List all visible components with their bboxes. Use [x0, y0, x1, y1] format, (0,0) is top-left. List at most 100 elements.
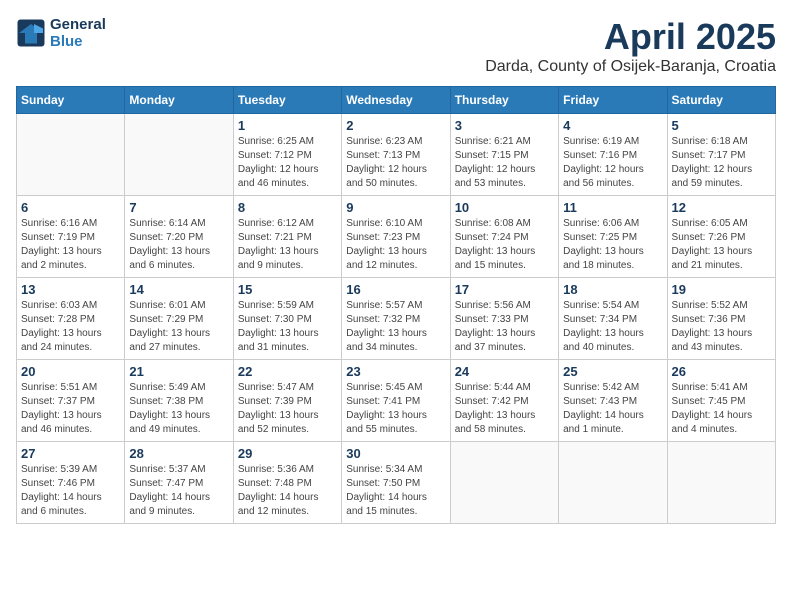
subtitle: Darda, County of Osijek-Baranja, Croatia: [485, 58, 776, 76]
day-number: 15: [238, 282, 337, 297]
day-cell: [559, 442, 667, 524]
day-info: Sunrise: 5:54 AM Sunset: 7:34 PM Dayligh…: [563, 299, 662, 355]
day-cell: 25 Sunrise: 5:42 AM Sunset: 7:43 PM Dayli…: [559, 360, 667, 442]
day-number: 24: [455, 364, 554, 379]
day-cell: 4 Sunrise: 6:19 AM Sunset: 7:16 PM Daylig…: [559, 114, 667, 196]
day-cell: 16 Sunrise: 5:57 AM Sunset: 7:32 PM Dayli…: [342, 278, 450, 360]
day-cell: 23 Sunrise: 5:45 AM Sunset: 7:41 PM Dayli…: [342, 360, 450, 442]
day-info: Sunrise: 6:12 AM Sunset: 7:21 PM Dayligh…: [238, 217, 337, 273]
day-info: Sunrise: 6:21 AM Sunset: 7:15 PM Dayligh…: [455, 135, 554, 191]
day-number: 12: [672, 200, 771, 215]
day-info: Sunrise: 5:56 AM Sunset: 7:33 PM Dayligh…: [455, 299, 554, 355]
weekday-header-wednesday: Wednesday: [342, 87, 450, 114]
month-title: April 2025: [485, 16, 776, 58]
day-number: 17: [455, 282, 554, 297]
day-number: 16: [346, 282, 445, 297]
day-cell: 3 Sunrise: 6:21 AM Sunset: 7:15 PM Daylig…: [450, 114, 558, 196]
day-cell: 11 Sunrise: 6:06 AM Sunset: 7:25 PM Dayli…: [559, 196, 667, 278]
day-info: Sunrise: 5:47 AM Sunset: 7:39 PM Dayligh…: [238, 381, 337, 437]
day-info: Sunrise: 6:23 AM Sunset: 7:13 PM Dayligh…: [346, 135, 445, 191]
day-info: Sunrise: 6:03 AM Sunset: 7:28 PM Dayligh…: [21, 299, 120, 355]
day-cell: 19 Sunrise: 5:52 AM Sunset: 7:36 PM Dayli…: [667, 278, 775, 360]
day-cell: 29 Sunrise: 5:36 AM Sunset: 7:48 PM Dayli…: [233, 442, 341, 524]
day-number: 11: [563, 200, 662, 215]
logo-text: General Blue: [50, 16, 106, 50]
day-number: 6: [21, 200, 120, 215]
week-row-1: 1 Sunrise: 6:25 AM Sunset: 7:12 PM Daylig…: [17, 114, 776, 196]
day-info: Sunrise: 6:18 AM Sunset: 7:17 PM Dayligh…: [672, 135, 771, 191]
day-number: 7: [129, 200, 228, 215]
day-number: 28: [129, 446, 228, 461]
weekday-header-monday: Monday: [125, 87, 233, 114]
day-info: Sunrise: 6:19 AM Sunset: 7:16 PM Dayligh…: [563, 135, 662, 191]
day-number: 1: [238, 118, 337, 133]
week-row-3: 13Sunrise: 6:03 AM Sunset: 7:28 PM Dayli…: [17, 278, 776, 360]
day-cell: 22 Sunrise: 5:47 AM Sunset: 7:39 PM Dayli…: [233, 360, 341, 442]
day-cell: 6 Sunrise: 6:16 AM Sunset: 7:19 PM Daylig…: [17, 196, 125, 278]
weekday-header-row: SundayMondayTuesdayWednesdayThursdayFrid…: [17, 87, 776, 114]
day-cell: 20 Sunrise: 5:51 AM Sunset: 7:37 PM Dayli…: [17, 360, 125, 442]
logo: General Blue: [16, 16, 106, 50]
day-info: Sunrise: 5:49 AM Sunset: 7:38 PM Dayligh…: [129, 381, 228, 437]
title-area: April 2025 Darda, County of Osijek-Baran…: [485, 16, 776, 76]
day-number: 27: [21, 446, 120, 461]
calendar: SundayMondayTuesdayWednesdayThursdayFrid…: [16, 86, 776, 524]
day-number: 25: [563, 364, 662, 379]
day-info: Sunrise: 6:05 AM Sunset: 7:26 PM Dayligh…: [672, 217, 771, 273]
header: General Blue April 2025 Darda, County of…: [16, 16, 776, 76]
weekday-header-sunday: Sunday: [17, 87, 125, 114]
day-cell: 24 Sunrise: 5:44 AM Sunset: 7:42 PM Dayli…: [450, 360, 558, 442]
day-info: Sunrise: 5:59 AM Sunset: 7:30 PM Dayligh…: [238, 299, 337, 355]
day-cell: [667, 442, 775, 524]
day-info: Sunrise: 5:36 AM Sunset: 7:48 PM Dayligh…: [238, 463, 337, 519]
day-number: 18: [563, 282, 662, 297]
weekday-header-friday: Friday: [559, 87, 667, 114]
day-cell: 8 Sunrise: 6:12 AM Sunset: 7:21 PM Daylig…: [233, 196, 341, 278]
day-number: 10: [455, 200, 554, 215]
day-number: 23: [346, 364, 445, 379]
day-cell: 12 Sunrise: 6:05 AM Sunset: 7:26 PM Dayli…: [667, 196, 775, 278]
day-number: 19: [672, 282, 771, 297]
day-info: Sunrise: 5:44 AM Sunset: 7:42 PM Dayligh…: [455, 381, 554, 437]
day-info: Sunrise: 5:41 AM Sunset: 7:45 PM Dayligh…: [672, 381, 771, 437]
week-row-5: 27 Sunrise: 5:39 AM Sunset: 7:46 PM Dayli…: [17, 442, 776, 524]
weekday-header-tuesday: Tuesday: [233, 87, 341, 114]
day-cell: 26 Sunrise: 5:41 AM Sunset: 7:45 PM Dayli…: [667, 360, 775, 442]
weekday-header-thursday: Thursday: [450, 87, 558, 114]
day-cell: 1 Sunrise: 6:25 AM Sunset: 7:12 PM Daylig…: [233, 114, 341, 196]
day-info: Sunrise: 5:45 AM Sunset: 7:41 PM Dayligh…: [346, 381, 445, 437]
day-cell: [450, 442, 558, 524]
day-number: 8: [238, 200, 337, 215]
day-info: Sunrise: 6:25 AM Sunset: 7:12 PM Dayligh…: [238, 135, 337, 191]
day-number: 30: [346, 446, 445, 461]
day-number: 26: [672, 364, 771, 379]
day-cell: 2Sunrise: 6:23 AM Sunset: 7:13 PM Daylig…: [342, 114, 450, 196]
day-number: 3: [455, 118, 554, 133]
week-row-2: 6 Sunrise: 6:16 AM Sunset: 7:19 PM Daylig…: [17, 196, 776, 278]
day-number: 4: [563, 118, 662, 133]
day-info: Sunrise: 5:42 AM Sunset: 7:43 PM Dayligh…: [563, 381, 662, 437]
day-number: 22: [238, 364, 337, 379]
day-cell: 7 Sunrise: 6:14 AM Sunset: 7:20 PM Daylig…: [125, 196, 233, 278]
day-info: Sunrise: 6:06 AM Sunset: 7:25 PM Dayligh…: [563, 217, 662, 273]
day-info: Sunrise: 5:51 AM Sunset: 7:37 PM Dayligh…: [21, 381, 120, 437]
day-info: Sunrise: 5:39 AM Sunset: 7:46 PM Dayligh…: [21, 463, 120, 519]
day-cell: [17, 114, 125, 196]
day-info: Sunrise: 6:16 AM Sunset: 7:19 PM Dayligh…: [21, 217, 120, 273]
day-info: Sunrise: 6:14 AM Sunset: 7:20 PM Dayligh…: [129, 217, 228, 273]
day-cell: 9Sunrise: 6:10 AM Sunset: 7:23 PM Daylig…: [342, 196, 450, 278]
day-cell: 18 Sunrise: 5:54 AM Sunset: 7:34 PM Dayli…: [559, 278, 667, 360]
day-number: 20: [21, 364, 120, 379]
day-number: 14: [129, 282, 228, 297]
day-number: 5: [672, 118, 771, 133]
day-info: Sunrise: 5:34 AM Sunset: 7:50 PM Dayligh…: [346, 463, 445, 519]
day-cell: 21Sunrise: 5:49 AM Sunset: 7:38 PM Dayli…: [125, 360, 233, 442]
day-info: Sunrise: 6:08 AM Sunset: 7:24 PM Dayligh…: [455, 217, 554, 273]
week-row-4: 20 Sunrise: 5:51 AM Sunset: 7:37 PM Dayli…: [17, 360, 776, 442]
day-cell: 28Sunrise: 5:37 AM Sunset: 7:47 PM Dayli…: [125, 442, 233, 524]
day-number: 29: [238, 446, 337, 461]
day-info: Sunrise: 5:52 AM Sunset: 7:36 PM Dayligh…: [672, 299, 771, 355]
day-cell: 27 Sunrise: 5:39 AM Sunset: 7:46 PM Dayli…: [17, 442, 125, 524]
day-info: Sunrise: 5:57 AM Sunset: 7:32 PM Dayligh…: [346, 299, 445, 355]
weekday-header-saturday: Saturday: [667, 87, 775, 114]
